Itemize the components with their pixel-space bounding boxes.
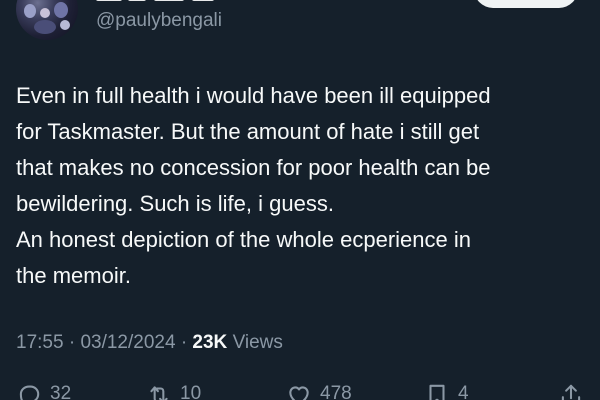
user-handle[interactable]: @paulybengali (96, 10, 222, 32)
avatar-image-detail (54, 2, 68, 18)
tweet-meta: 17:55 · 03/12/2024 · 23K Views (16, 332, 283, 354)
avatar-image-detail (60, 20, 70, 30)
tweet-text-line: Even in full health i would have been il… (16, 83, 491, 108)
like-icon (286, 382, 312, 400)
meta-separator: · (180, 332, 188, 353)
tweet-text: Even in full health i would have been il… (16, 78, 586, 294)
views-label[interactable]: Views (233, 332, 283, 353)
views-count[interactable]: 23K (192, 332, 227, 353)
like-count: 478 (320, 383, 352, 400)
repost-button[interactable]: 10 (146, 382, 201, 400)
tweet-date[interactable]: 03/12/2024 (80, 332, 175, 353)
share-button[interactable] (558, 382, 584, 400)
reply-button[interactable]: 32 (16, 382, 71, 400)
share-icon (558, 382, 584, 400)
like-button[interactable]: 478 (286, 382, 352, 400)
tweet-text-line: An honest depiction of the whole ecperie… (16, 227, 471, 252)
tweet-text-line: that makes no concession for poor health… (16, 155, 491, 180)
tweet-time[interactable]: 17:55 (16, 332, 64, 353)
avatar-image-detail (34, 20, 56, 34)
bookmark-button[interactable]: 4 (424, 382, 469, 400)
bookmark-icon (424, 382, 450, 400)
tweet-text-line: the memoir. (16, 263, 131, 288)
bookmark-count: 4 (458, 383, 469, 400)
reply-count: 32 (50, 383, 72, 400)
avatar-image-detail (40, 8, 50, 18)
follow-button[interactable] (474, 0, 578, 8)
repost-icon (146, 382, 172, 400)
meta-separator: · (68, 332, 76, 353)
tweet-text-line: for Taskmaster. But the amount of hate i… (16, 119, 480, 144)
avatar-image-detail (24, 4, 36, 18)
tweet-text-line: bewildering. Such is life, i guess. (16, 191, 334, 216)
reply-icon (16, 382, 42, 400)
avatar[interactable] (16, 0, 78, 40)
display-name-partial[interactable] (96, 0, 246, 2)
repost-count: 10 (180, 383, 202, 400)
action-bar: 32 10 478 4 (0, 382, 600, 400)
